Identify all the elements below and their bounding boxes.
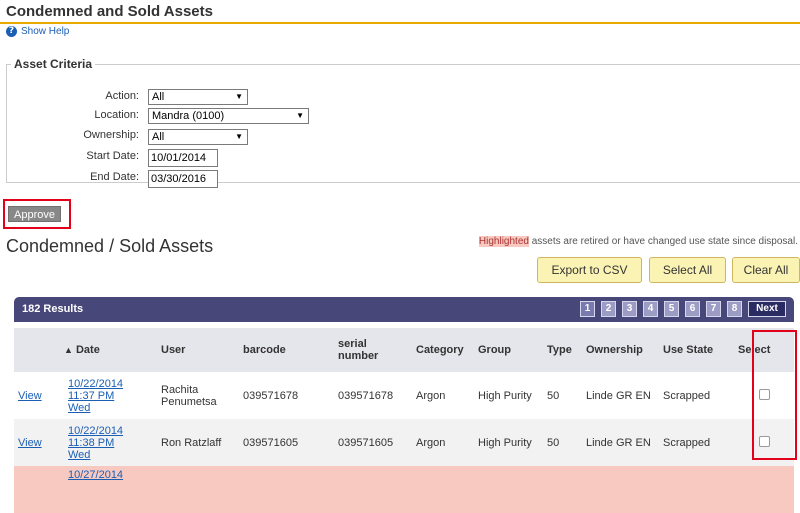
table-header-row: ▲ Date User barcode serial number Catego…	[14, 328, 794, 372]
page-6-button[interactable]: 6	[685, 301, 700, 317]
page-title: Condemned and Sold Assets	[6, 3, 213, 20]
view-link[interactable]: View	[18, 390, 42, 402]
location-select[interactable]: Mandra (0100) ▼	[148, 108, 309, 124]
show-help-link[interactable]: ? Show Help	[6, 26, 69, 37]
pagination: 1 2 3 4 5 6 7 8 Next	[574, 301, 786, 317]
view-link[interactable]: View	[18, 437, 42, 449]
ownership-cell: Linde GR EN	[582, 372, 659, 419]
date-cell: 10/27/2014	[64, 466, 157, 513]
export-csv-button[interactable]: Export to CSV	[537, 257, 642, 283]
type-cell: 50	[543, 419, 582, 466]
column-header-view	[14, 328, 64, 372]
barcode-cell: 039571605	[239, 419, 334, 466]
table-row: View 10/22/2014 11:37 PM Wed Rachita Penum…	[14, 372, 794, 419]
group-cell: High Purity	[474, 372, 543, 419]
asset-criteria-panel: Asset Criteria Action: All ▼ Location: M…	[6, 57, 800, 188]
clear-all-button[interactable]: Clear All	[732, 257, 800, 283]
highlight-note-keyword: Highlighted	[478, 236, 529, 247]
group-cell: High Purity	[474, 419, 543, 466]
use-state-cell: Scrapped	[659, 372, 734, 419]
end-date-label: End Date:	[90, 171, 139, 183]
user-cell: Rachita Penumetsa	[157, 372, 239, 419]
type-cell: 50	[543, 372, 582, 419]
ownership-select-value: All	[152, 131, 165, 143]
table-row: View 10/22/2014 11:38 PM Wed Ron Ratzlaff …	[14, 419, 794, 466]
page-2-button[interactable]: 2	[601, 301, 616, 317]
page-8-button[interactable]: 8	[727, 301, 742, 317]
action-select-value: All	[152, 91, 165, 103]
category-cell: Argon	[412, 419, 474, 466]
action-label: Action:	[105, 90, 139, 102]
ownership-select[interactable]: All ▼	[148, 129, 248, 145]
title-divider	[0, 22, 800, 24]
column-header-ownership[interactable]: Ownership	[582, 328, 659, 372]
chevron-down-icon: ▼	[235, 132, 243, 141]
ownership-cell: Linde GR EN	[582, 419, 659, 466]
date-line[interactable]: 10/22/2014	[68, 378, 123, 390]
column-header-group[interactable]: Group	[474, 328, 543, 372]
serial-cell: 039571678	[334, 372, 412, 419]
chevron-down-icon: ▼	[296, 111, 304, 120]
category-cell: Argon	[412, 372, 474, 419]
weekday-line[interactable]: Wed	[68, 402, 90, 414]
location-label: Location:	[94, 109, 139, 121]
results-count: 182 Results	[22, 303, 84, 315]
annotation-box-select-column	[752, 330, 797, 460]
column-header-user[interactable]: User	[157, 328, 239, 372]
action-select[interactable]: All ▼	[148, 89, 248, 105]
use-state-cell: Scrapped	[659, 419, 734, 466]
serial-cell: 039571605	[334, 419, 412, 466]
page-5-button[interactable]: 5	[664, 301, 679, 317]
start-date-input[interactable]: 10/01/2014	[148, 149, 218, 167]
time-line[interactable]: 11:37 PM	[68, 390, 114, 402]
page-4-button[interactable]: 4	[643, 301, 658, 317]
column-header-date[interactable]: ▲ Date	[64, 328, 157, 372]
asset-criteria-legend: Asset Criteria	[14, 57, 93, 71]
date-link[interactable]: 10/27/2014	[68, 469, 123, 481]
next-page-button[interactable]: Next	[748, 301, 786, 317]
barcode-cell: 039571678	[239, 372, 334, 419]
highlight-note: Highlighted assets are retired or have c…	[478, 236, 798, 247]
page-7-button[interactable]: 7	[706, 301, 721, 317]
column-header-serial-number[interactable]: serial number	[334, 328, 412, 372]
date-link[interactable]: 10/22/2014 11:37 PM Wed	[68, 378, 123, 414]
date-cell: 10/22/2014 11:37 PM Wed	[64, 372, 157, 419]
section-title: Condemned / Sold Assets	[6, 236, 214, 256]
user-cell: Ron Ratzlaff	[157, 419, 239, 466]
date-link[interactable]: 10/22/2014 11:38 PM Wed	[68, 425, 123, 461]
column-header-type[interactable]: Type	[543, 328, 582, 372]
ownership-label: Ownership:	[83, 129, 139, 141]
select-all-button[interactable]: Select All	[649, 257, 726, 283]
assets-table: ▲ Date User barcode serial number Catego…	[14, 328, 794, 513]
date-line[interactable]: 10/22/2014	[68, 425, 123, 437]
approve-button[interactable]: Approve	[8, 206, 61, 222]
page-3-button[interactable]: 3	[622, 301, 637, 317]
end-date-input[interactable]: 03/30/2016	[148, 170, 218, 188]
chevron-down-icon: ▼	[235, 92, 243, 101]
date-cell: 10/22/2014 11:38 PM Wed	[64, 419, 157, 466]
column-header-date-label[interactable]: Date	[76, 344, 100, 356]
column-header-barcode[interactable]: barcode	[239, 328, 334, 372]
location-select-value: Mandra (0100)	[152, 110, 225, 122]
page-1-button[interactable]: 1	[580, 301, 595, 317]
sort-ascending-icon[interactable]: ▲	[64, 345, 73, 355]
table-row: 10/27/2014	[14, 466, 794, 513]
start-date-label: Start Date:	[86, 150, 139, 162]
weekday-line[interactable]: Wed	[68, 449, 90, 461]
highlight-note-text: assets are retired or have changed use s…	[528, 236, 798, 247]
column-header-use-state[interactable]: Use State	[659, 328, 734, 372]
column-header-category[interactable]: Category	[412, 328, 474, 372]
help-icon[interactable]: ?	[6, 26, 17, 37]
results-bar: 182 Results 1 2 3 4 5 6 7 8 Next	[14, 297, 794, 322]
time-line[interactable]: 11:38 PM	[68, 437, 114, 449]
show-help-label[interactable]: Show Help	[21, 26, 69, 37]
